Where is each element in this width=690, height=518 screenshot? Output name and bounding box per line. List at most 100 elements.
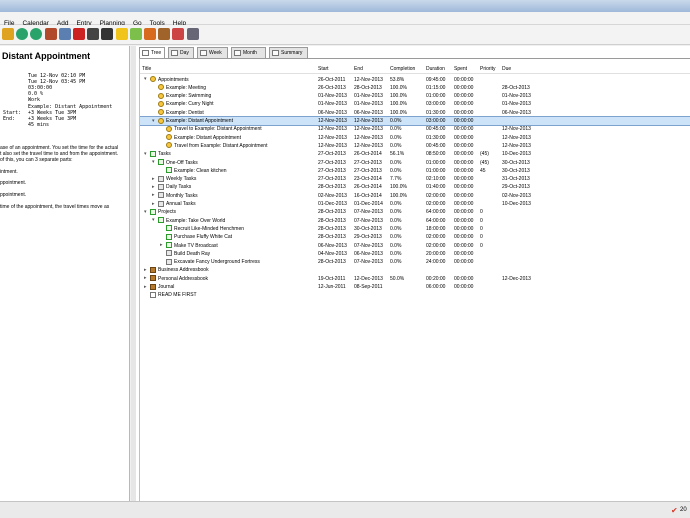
new-list-icon[interactable]: [129, 28, 142, 40]
cell-prio: (45): [480, 159, 489, 166]
column-header-due[interactable]: Due: [502, 66, 511, 72]
cell-comp: 0.0%: [390, 201, 402, 207]
tree-row[interactable]: Travel to Example: Distant Appointment 12…: [140, 125, 690, 133]
undo-icon[interactable]: [16, 28, 29, 40]
collapse-toggle[interactable]: ▾: [144, 76, 147, 82]
row-title: Daily Tasks: [166, 184, 192, 191]
cell-spent: 00:00:00: [454, 167, 474, 174]
row-title: Projects: [158, 209, 177, 216]
tree-row[interactable]: ▸ Daily Tasks 28-Oct-2013 26-Oct-2014 100.0%…: [140, 183, 690, 191]
column-header-title[interactable]: Title: [142, 66, 151, 72]
tree-row[interactable]: ▾ Projects 28-Oct-2013 07-Nov-2013 0.0% 64:00…: [140, 208, 690, 216]
address-book-icon[interactable]: [172, 28, 185, 40]
cell-spent: 00:00:00: [454, 275, 474, 282]
cell-dur: 01:00:00: [426, 167, 446, 174]
calendar-icon[interactable]: [144, 28, 156, 40]
tree-row[interactable]: Example: Dentist 06-Nov-2013 06-Nov-2013 10…: [140, 108, 690, 116]
cell-end: 01-Dec-2014: [354, 201, 383, 207]
tree-row[interactable]: Example: Distant Appointment 12-Nov-2013 1…: [140, 133, 690, 141]
cell-dur: 01:00:00: [426, 93, 446, 100]
cell-end: 08-Sep-2011: [354, 284, 383, 290]
expand-toggle[interactable]: ▸: [152, 176, 155, 182]
tab-summary[interactable]: Summary: [269, 47, 308, 58]
expand-toggle[interactable]: ▸: [152, 184, 155, 190]
tree-row[interactable]: ▸ Weekly Tasks 27-Oct-2013 23-Oct-2014 7.7% 0…: [140, 175, 690, 183]
cell-due: 30-Oct-2013: [502, 167, 530, 174]
tree-row[interactable]: Example: Meeting 26-Oct-2013 28-Oct-2013 10…: [140, 83, 690, 91]
cell-comp: 0.0%: [390, 225, 402, 232]
cell-end: 01-Nov-2013: [354, 101, 383, 108]
tree-row[interactable]: ▾ Example: Distant Appointment 12-Nov-2013…: [140, 115, 690, 126]
cell-due: 30-Oct-2013: [502, 159, 530, 166]
collapse-toggle[interactable]: ▾: [152, 118, 155, 124]
traffic-light-icon[interactable]: [101, 28, 114, 40]
redo-icon[interactable]: [30, 28, 43, 40]
column-header-spent[interactable]: Spent: [454, 66, 467, 72]
cell-end: 12-Dec-2013: [354, 275, 383, 282]
expand-toggle[interactable]: ▸: [152, 192, 155, 198]
tree-row[interactable]: ▾ Example: Take Over World 28-Oct-2013 07-N…: [140, 216, 690, 224]
tree-row[interactable]: ▾ One-Off Tasks 27-Oct-2013 27-Oct-2013 0.0%…: [140, 158, 690, 166]
cell-spent: 00:00:00: [454, 259, 474, 266]
tree-row[interactable]: ▸ Personal Addressbook 19-Oct-2011 12-Dec-2…: [140, 274, 690, 282]
expand-toggle[interactable]: ▸: [144, 284, 147, 290]
search-icon[interactable]: [87, 28, 100, 40]
column-header-end[interactable]: End: [354, 66, 363, 72]
tree-row[interactable]: Build Death Ray 04-Nov-2013 06-Nov-2013 0.0…: [140, 249, 690, 257]
expand-toggle[interactable]: ▸: [144, 275, 147, 281]
tree-row[interactable]: READ ME FIRST: [140, 291, 690, 299]
tree-row[interactable]: Purchase Fluffy White Cat 28-Oct-2013 29-O…: [140, 233, 690, 241]
cell-spent: 00:00:00: [454, 192, 474, 199]
column-header-start[interactable]: Start: [318, 66, 329, 72]
collapse-toggle[interactable]: ▾: [144, 209, 147, 215]
cell-end: 26-Oct-2014: [354, 184, 382, 191]
tree-row[interactable]: ▸ Monthly Tasks 02-Nov-2013 16-Oct-2014 100.…: [140, 191, 690, 199]
tree-row[interactable]: ▾ Tasks 27-Oct-2013 26-Oct-2014 56.1% 08:50:0…: [140, 150, 690, 158]
delete-icon[interactable]: [73, 28, 85, 40]
cell-spent: 00:00:00: [454, 284, 474, 290]
cell-comp: 50.0%: [390, 275, 405, 282]
cell-start: 12-Jun-2011: [318, 284, 346, 290]
tree-row[interactable]: Example: Swimming 01-Nov-2013 01-Nov-2013 1…: [140, 92, 690, 100]
clock-icon: [158, 109, 164, 116]
cell-start: 04-Nov-2013: [318, 250, 347, 257]
expand-toggle[interactable]: ▸: [160, 242, 163, 248]
tab-week[interactable]: Week: [197, 47, 228, 58]
note-icon: [150, 291, 156, 298]
journal-icon[interactable]: [158, 28, 171, 40]
tab-label: Day: [180, 50, 189, 56]
tree-row[interactable]: ▾ Appointments 26-Oct-2011 12-Nov-2013 53.8%…: [140, 75, 690, 83]
collapse-toggle[interactable]: ▾: [144, 151, 147, 157]
column-header-completion[interactable]: Completion: [390, 66, 415, 72]
tree-row[interactable]: Excavate Fancy Underground Fortress 28-Oc…: [140, 258, 690, 266]
open-folder-icon[interactable]: [2, 28, 14, 40]
tree-row[interactable]: ▸ Annual Tasks 01-Dec-2013 01-Dec-2014 0.0% 0…: [140, 200, 690, 208]
cell-dur: 02:00:00: [426, 242, 446, 249]
cell-dur: 00:45:00: [426, 142, 446, 149]
edit-icon[interactable]: [44, 28, 57, 40]
tree-row[interactable]: Example: Curry Night 01-Nov-2013 01-Nov-20…: [140, 100, 690, 108]
expand-toggle[interactable]: ▸: [144, 267, 147, 273]
cell-spent: 00:00:00: [454, 209, 474, 216]
expand-toggle[interactable]: ▸: [152, 201, 155, 207]
tab-day[interactable]: Day: [168, 47, 194, 58]
cell-start: 02-Nov-2013: [318, 192, 347, 199]
copy-icon[interactable]: [58, 28, 71, 40]
new-entry-icon[interactable]: [115, 28, 128, 40]
tree-row[interactable]: ▸ Business Addressbook: [140, 266, 690, 274]
tree-row[interactable]: Recruit Like-Minded Henchmen 28-Oct-2013 3…: [140, 224, 690, 232]
column-header-priority[interactable]: Priority: [480, 66, 496, 72]
collapse-toggle[interactable]: ▾: [152, 217, 155, 223]
row-title: Travel to Example: Distant Appointment: [174, 126, 262, 133]
column-header-duration[interactable]: Duration: [426, 66, 445, 72]
cell-dur: 20:00:00: [426, 250, 446, 257]
cell-dur: 18:00:00: [426, 225, 446, 232]
save-icon[interactable]: [186, 28, 199, 40]
tree-row[interactable]: ▸ Make TV Broadcast 06-Nov-2013 07-Nov-2013…: [140, 241, 690, 249]
summary-view-icon: [272, 50, 279, 56]
tree-row[interactable]: ▸ Journal 12-Jun-2011 08-Sep-2011 06:00:00 00…: [140, 283, 690, 291]
collapse-toggle[interactable]: ▾: [152, 159, 155, 165]
tree-row[interactable]: Example: Clean kitchen 27-Oct-2013 27-Oct-…: [140, 166, 690, 174]
tree-row[interactable]: Travel from Example: Distant Appointment…: [140, 141, 690, 149]
tab-month[interactable]: Month: [231, 47, 266, 58]
